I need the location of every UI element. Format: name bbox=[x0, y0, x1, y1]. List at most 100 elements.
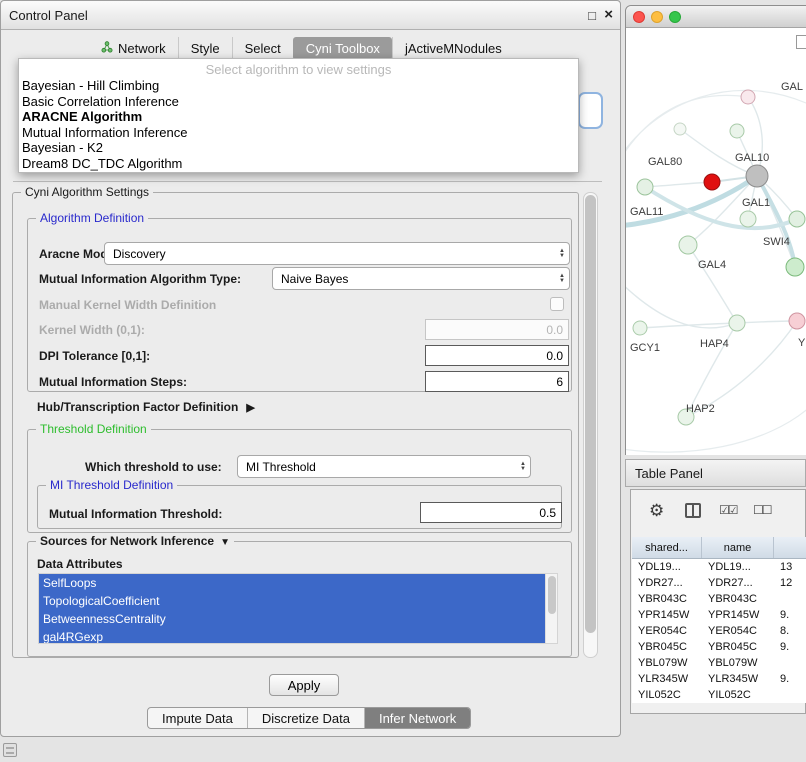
tab-jactivemnodules[interactable]: jActiveMNodules bbox=[392, 37, 514, 60]
network-edge[interactable] bbox=[626, 90, 806, 163]
table-cell: YDL19... bbox=[632, 559, 702, 575]
minimize-traffic-light-icon[interactable] bbox=[651, 11, 663, 23]
aracne-mode-select[interactable]: Discovery ▲▼ bbox=[104, 242, 570, 265]
attribute-item-topologicalcoefficient[interactable]: TopologicalCoefficient bbox=[39, 592, 545, 610]
table-cell: YBL079W bbox=[632, 655, 702, 671]
table-row[interactable]: YPR145WYPR145W9. bbox=[632, 607, 806, 623]
close-icon[interactable]: × bbox=[604, 6, 613, 23]
columns-icon[interactable] bbox=[685, 503, 701, 518]
network-edge[interactable] bbox=[688, 176, 757, 245]
attributes-scrollbar[interactable] bbox=[545, 574, 557, 643]
network-window-titlebar[interactable] bbox=[626, 6, 806, 28]
tab-style[interactable]: Style bbox=[178, 37, 232, 60]
table-row[interactable]: YIL052CYIL052C bbox=[632, 687, 806, 703]
desktop: Control Panel □ × NetworkStyleSelectCyni… bbox=[0, 0, 806, 762]
data-attributes-list[interactable]: SelfLoopsTopologicalCoefficientBetweenne… bbox=[38, 573, 558, 644]
network-node[interactable] bbox=[729, 315, 745, 331]
network-edge[interactable] bbox=[626, 406, 806, 452]
network-edge[interactable] bbox=[688, 245, 737, 323]
attributes-scrollbar-thumb[interactable] bbox=[548, 576, 556, 614]
network-node[interactable] bbox=[786, 258, 804, 276]
bottom-tab-infer-network[interactable]: Infer Network bbox=[364, 708, 470, 728]
gear-icon[interactable]: ⚙ bbox=[649, 501, 664, 521]
network-canvas[interactable]: GALGAL80GAL10GAL11GAL1SWI4GAL4GCY1HAP4YH… bbox=[626, 28, 806, 455]
dpi-tolerance-field[interactable]: 0.0 bbox=[425, 345, 569, 366]
table-cell: YER054C bbox=[702, 623, 774, 639]
tab-select[interactable]: Select bbox=[232, 37, 293, 60]
network-edge[interactable] bbox=[626, 278, 737, 328]
network-node[interactable] bbox=[789, 313, 805, 329]
network-node[interactable] bbox=[704, 174, 720, 190]
network-view-window: GALGAL80GAL10GAL11GAL1SWI4GAL4GCY1HAP4YH… bbox=[625, 5, 806, 455]
table-cell: YDR27... bbox=[702, 575, 774, 591]
network-node[interactable] bbox=[746, 165, 768, 187]
network-edge[interactable] bbox=[645, 182, 712, 187]
column-header-shared-[interactable]: shared... bbox=[632, 537, 702, 558]
settings-scrollbar[interactable] bbox=[583, 192, 598, 658]
bottom-tab-impute-data[interactable]: Impute Data bbox=[148, 708, 247, 728]
network-node[interactable] bbox=[637, 179, 653, 195]
algorithm-option-bayesian-hill-climbing[interactable]: Bayesian - Hill Climbing bbox=[19, 78, 578, 94]
select-all-checks-icon[interactable]: ☑☑ bbox=[719, 503, 737, 517]
bottom-tab-discretize-data[interactable]: Discretize Data bbox=[247, 708, 364, 728]
tab-network[interactable]: Network bbox=[89, 37, 178, 60]
tab-cyni-toolbox[interactable]: Cyni Toolbox bbox=[293, 37, 392, 60]
attribute-item-gal4rgexp[interactable]: gal4RGexp bbox=[39, 628, 545, 644]
manual-kernel-checkbox[interactable] bbox=[550, 297, 564, 311]
kernel-width-field[interactable]: 0.0 bbox=[425, 319, 569, 340]
algorithm-combobox-partial[interactable] bbox=[578, 92, 603, 129]
settings-group-title: Cyni Algorithm Settings bbox=[21, 185, 153, 199]
algorithm-option-basic-correlation-inference[interactable]: Basic Correlation Inference bbox=[19, 94, 578, 110]
mi-steps-field[interactable]: 6 bbox=[425, 371, 569, 392]
control-panel-window: Control Panel □ × NetworkStyleSelectCyni… bbox=[0, 0, 621, 737]
collapsed-panel-icon[interactable] bbox=[3, 743, 17, 757]
algorithm-option-dream8-dc-tdc-algorithm[interactable]: Dream8 DC_TDC Algorithm bbox=[19, 156, 578, 172]
combo-arrows-icon: ▲▼ bbox=[520, 462, 526, 472]
table-row[interactable]: YER054CYER054C8. bbox=[632, 623, 806, 639]
table-row[interactable]: YBR043CYBR043C bbox=[632, 591, 806, 607]
column-header-hidden[interactable] bbox=[774, 537, 806, 558]
mi-type-select[interactable]: Naive Bayes ▲▼ bbox=[272, 267, 570, 290]
algorithm-dropdown-placeholder: Select algorithm to view settings bbox=[19, 61, 578, 78]
control-panel-titlebar[interactable]: Control Panel □ × bbox=[1, 1, 620, 30]
table-row[interactable]: YDR27...YDR27...12 bbox=[632, 575, 806, 591]
network-node[interactable] bbox=[789, 211, 805, 227]
network-node[interactable] bbox=[674, 123, 686, 135]
settings-scrollbar-thumb[interactable] bbox=[585, 195, 596, 633]
table-cell: YBR045C bbox=[632, 639, 702, 655]
network-edge[interactable] bbox=[748, 97, 762, 176]
sources-expander[interactable]: Sources for Network Inference▼ bbox=[36, 534, 234, 548]
table-row[interactable]: YDL19...YDL19...13 bbox=[632, 559, 806, 575]
deselect-all-checks-icon[interactable]: ☐☐ bbox=[753, 503, 771, 517]
algorithm-option-bayesian-k2[interactable]: Bayesian - K2 bbox=[19, 140, 578, 156]
scrollbar-corner-box[interactable] bbox=[796, 35, 806, 49]
network-node[interactable] bbox=[741, 90, 755, 104]
close-traffic-light-icon[interactable] bbox=[633, 11, 645, 23]
network-node[interactable] bbox=[740, 211, 756, 227]
which-threshold-select[interactable]: MI Threshold ▲▼ bbox=[237, 455, 531, 478]
mi-threshold-field[interactable]: 0.5 bbox=[420, 502, 562, 523]
attribute-item-selfloops[interactable]: SelfLoops bbox=[39, 574, 545, 592]
table-panel-titlebar[interactable]: Table Panel bbox=[625, 459, 806, 487]
table-row[interactable]: YLR345WYLR345W9. bbox=[632, 671, 806, 687]
hub-definition-expander[interactable]: Hub/Transcription Factor Definition▶ bbox=[37, 400, 255, 414]
table-row[interactable]: YBL079WYBL079W bbox=[632, 655, 806, 671]
window-title: Control Panel bbox=[9, 8, 88, 23]
zoom-traffic-light-icon[interactable] bbox=[669, 11, 681, 23]
network-node[interactable] bbox=[679, 236, 697, 254]
table-toolbar: ⚙ ☑☑ ☐☐ bbox=[631, 490, 805, 536]
mi-steps-value: 6 bbox=[556, 375, 563, 389]
mi-threshold-value: 0.5 bbox=[539, 506, 556, 520]
algorithm-option-aracne-algorithm[interactable]: ARACNE Algorithm bbox=[19, 109, 578, 125]
network-node[interactable] bbox=[633, 321, 647, 335]
column-header-name[interactable]: name bbox=[702, 537, 774, 558]
dpi-tolerance-label: DPI Tolerance [0,1]: bbox=[39, 349, 150, 363]
algorithm-option-mutual-information-inference[interactable]: Mutual Information Inference bbox=[19, 125, 578, 141]
float-window-icon[interactable]: □ bbox=[588, 8, 596, 23]
table-row[interactable]: YBR045CYBR045C9. bbox=[632, 639, 806, 655]
network-edge[interactable] bbox=[737, 321, 797, 323]
attribute-item-betweennesscentrality[interactable]: BetweennessCentrality bbox=[39, 610, 545, 628]
network-node[interactable] bbox=[730, 124, 744, 138]
apply-button[interactable]: Apply bbox=[269, 674, 339, 696]
network-edge[interactable] bbox=[626, 95, 748, 158]
